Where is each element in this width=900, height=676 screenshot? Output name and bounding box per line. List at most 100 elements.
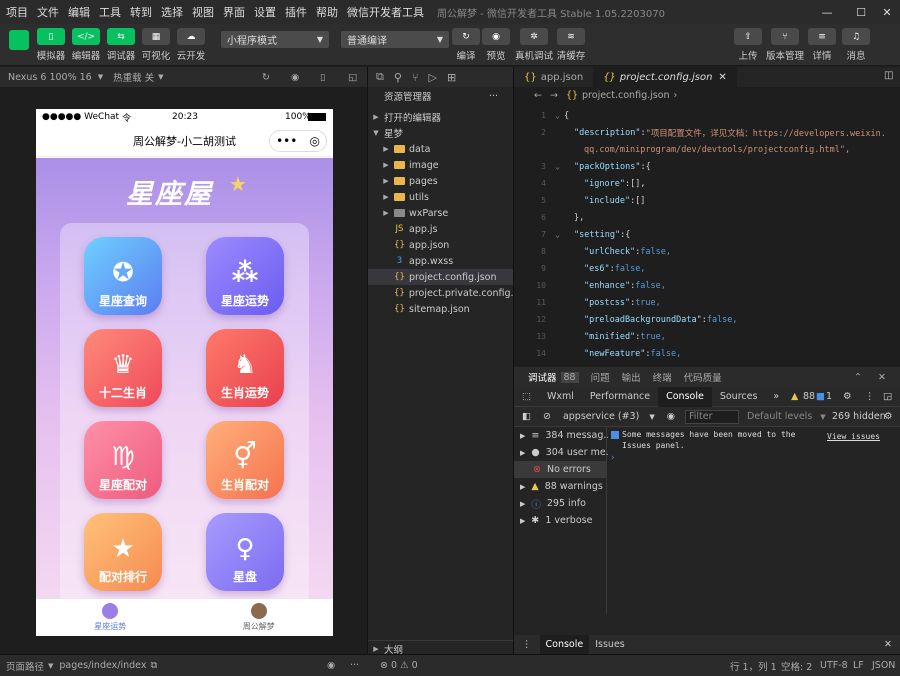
real-debug-button[interactable]: ✲ 真机调试 <box>515 28 553 62</box>
chevron-down-icon[interactable]: ▼ <box>98 73 103 81</box>
tab-debugger[interactable]: 调试器 <box>528 370 557 384</box>
sidebar-item-messages[interactable]: ▶ ≡ 384 messag... <box>514 427 612 444</box>
tile-constellation-match[interactable]: ♍ 星座配对 <box>84 421 162 499</box>
close-icon[interactable]: ✕ <box>878 372 886 383</box>
menu-item[interactable]: 转到 <box>130 4 152 20</box>
warning-count[interactable]: 88 <box>803 391 815 402</box>
file-row[interactable]: 3 app.wxss <box>368 253 514 269</box>
rotate-icon[interactable]: ↻ <box>262 72 270 83</box>
cursor-position[interactable]: 行 1，列 1 <box>730 659 777 673</box>
breadcrumb-file[interactable]: project.config.json <box>582 90 670 101</box>
eol[interactable]: LF <box>853 660 864 671</box>
eye-icon[interactable]: ◉ <box>657 411 685 422</box>
tab-project-config[interactable]: {} project.config.json ✕ <box>593 67 737 87</box>
menu-item[interactable]: 设置 <box>254 4 276 20</box>
menu-item[interactable]: 视图 <box>192 4 214 20</box>
details-button[interactable]: ≡ 详情 <box>805 28 839 62</box>
debug-icon[interactable]: ▷ <box>429 71 437 84</box>
more-icon[interactable]: ••• <box>276 134 297 148</box>
file-row[interactable]: {} app.json <box>368 237 514 253</box>
upload-button[interactable]: ⇧ 上传 <box>731 28 765 62</box>
folder-row[interactable]: ▶ utils <box>368 189 514 205</box>
menu-item[interactable]: 编辑 <box>68 4 90 20</box>
tile-zodiac-fortune[interactable]: ♞ 生肖运势 <box>206 329 284 407</box>
chevron-down-icon[interactable]: ▼ <box>647 413 656 421</box>
chevron-down-icon[interactable]: ▼ <box>158 73 163 81</box>
menu-item[interactable]: 微信开发者工具 <box>347 4 424 20</box>
prompt-icon[interactable]: › <box>611 453 615 463</box>
sidebar-item-warnings[interactable]: ▶ ▲ 88 warnings <box>514 478 606 495</box>
encoding[interactable]: UTF-8 <box>820 660 848 671</box>
eye-icon[interactable]: ◉ <box>327 660 335 671</box>
menu-item[interactable]: 文件 <box>37 4 59 20</box>
context-select[interactable]: appservice (#3) <box>555 411 647 422</box>
menu-item[interactable]: 帮助 <box>316 4 338 20</box>
version-button[interactable]: ⑂ 版本管理 <box>766 28 804 62</box>
capsule-menu[interactable]: ••• ◎ <box>269 130 327 152</box>
file-row[interactable]: JS app.js <box>368 221 514 237</box>
tile-match-ranking[interactable]: ★ 配对排行 <box>84 513 162 591</box>
chevron-up-icon[interactable]: ⌃ <box>854 372 862 383</box>
indent-setting[interactable]: 空格: 2 <box>781 659 812 673</box>
hotreload-toggle[interactable]: 热重载 关 <box>113 70 154 84</box>
language-mode[interactable]: JSON <box>872 660 895 671</box>
menu-item[interactable]: 选择 <box>161 4 183 20</box>
minimize-icon[interactable]: — <box>812 0 842 24</box>
folder-row[interactable]: ▶ image <box>368 157 514 173</box>
chevron-down-icon[interactable]: ▼ <box>48 662 53 670</box>
more-tabs-icon[interactable]: » <box>765 387 787 407</box>
tab-performance[interactable]: Performance <box>582 387 658 407</box>
tab-problems[interactable]: 问题 <box>591 370 610 384</box>
menu-item[interactable]: 界面 <box>223 4 245 20</box>
gear-icon[interactable]: ⚙ <box>884 411 893 422</box>
messages-button[interactable]: ♫ 消息 <box>839 28 873 62</box>
inspect-icon[interactable]: ⬚ <box>514 391 539 402</box>
menu-item[interactable]: 项目 <box>6 4 28 20</box>
fold-icon[interactable]: ⌄ <box>528 162 560 171</box>
tab-console[interactable]: Console <box>658 386 712 407</box>
fold-icon[interactable]: ⌄ <box>528 111 560 120</box>
drawer-tab-console[interactable]: Console <box>539 635 590 654</box>
sidebar-item-info[interactable]: ▶ ⓘ 295 info <box>514 495 606 512</box>
file-row-selected[interactable]: {} project.config.json <box>368 269 514 285</box>
copy-icon[interactable]: ⧉ <box>150 660 157 671</box>
menu-item[interactable]: 插件 <box>285 4 307 20</box>
visual-button[interactable]: ▦ 可视化 <box>139 28 173 62</box>
tab-terminal[interactable]: 终端 <box>653 370 672 384</box>
source-control-icon[interactable]: ⑂ <box>412 71 419 84</box>
avatar[interactable] <box>9 30 29 50</box>
file-row[interactable]: {} project.private.config.js... <box>368 285 530 301</box>
popout-icon[interactable]: ◲ <box>883 391 892 402</box>
clear-cache-button[interactable]: ≋ 清缓存 <box>554 28 588 62</box>
console-output[interactable]: Some messages have been moved to the Iss… <box>608 427 900 614</box>
editor-button[interactable]: </> 编辑器 <box>69 28 103 62</box>
dock-icon[interactable]: ⋮ <box>865 391 875 402</box>
compile-button[interactable]: ↻ 编译 <box>449 28 483 62</box>
gear-icon[interactable]: ⚙ <box>843 391 852 402</box>
folder-row[interactable]: ▶ pages <box>368 173 514 189</box>
target-icon[interactable]: ◎ <box>309 134 319 148</box>
drawer-tab-issues[interactable]: Issues <box>589 639 631 650</box>
more-icon[interactable]: ⋮ <box>514 639 540 650</box>
chevron-down-icon[interactable]: ▼ <box>820 413 825 421</box>
tab-output[interactable]: 输出 <box>622 370 641 384</box>
tab-app-json[interactable]: {} app.json <box>514 67 593 87</box>
files-icon[interactable]: ⧉ <box>376 70 384 84</box>
info-count[interactable]: 1 <box>826 391 832 402</box>
tab-constellation-fortune[interactable]: 星座运势 <box>36 599 185 636</box>
forward-icon[interactable]: → <box>550 90 558 101</box>
split-editor-icon[interactable]: ◫ <box>884 70 893 81</box>
preview-button[interactable]: ◉ 预览 <box>479 28 513 62</box>
tab-code-quality[interactable]: 代码质量 <box>684 370 722 384</box>
tile-constellation-query[interactable]: ✪ 星座查询 <box>84 237 162 315</box>
more-icon[interactable]: ··· <box>350 660 359 671</box>
phone-icon[interactable]: ▯ <box>320 72 325 83</box>
close-icon[interactable]: ✕ <box>872 0 900 24</box>
project-section[interactable]: ▼ 星梦 <box>368 125 514 141</box>
sidebar-item-errors[interactable]: ⊗ No errors <box>514 461 606 478</box>
record-icon[interactable]: ◉ <box>291 72 299 83</box>
sidebar-item-user-messages[interactable]: ▶ ● 304 user me... <box>514 444 615 461</box>
folder-row[interactable]: ▶ wxParse <box>368 205 514 221</box>
tab-sources[interactable]: Sources <box>712 387 766 407</box>
mode-select[interactable]: 小程序模式 ▼ <box>221 31 329 48</box>
